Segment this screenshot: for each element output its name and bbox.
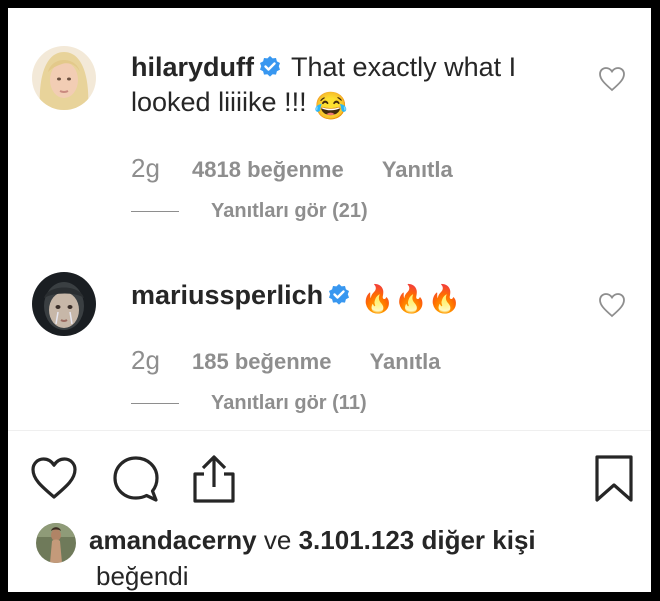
reply-button[interactable]: Yanıtla	[382, 157, 453, 182]
heart-icon	[31, 457, 77, 499]
liked-by-connector: ve	[263, 525, 292, 555]
view-replies-button[interactable]: Yanıtları gör (21)	[131, 200, 368, 223]
comments-section: hilaryduff That exactly what I looked li…	[8, 8, 651, 430]
avatar[interactable]	[32, 46, 96, 110]
avatar[interactable]	[36, 523, 76, 563]
liked-by-others[interactable]: 3.101.123 diğer kişi	[299, 525, 536, 555]
comment-text: mariussperlich 🔥🔥🔥	[131, 278, 461, 317]
comment-body-line2: looked liiiike !!!	[131, 87, 307, 117]
comment-time[interactable]: 2g	[131, 153, 160, 183]
liked-by-line: amandacerny ve 3.101.123 diğer kişi	[89, 525, 536, 556]
save-button[interactable]	[594, 454, 634, 504]
reply-button[interactable]: Yanıtla	[370, 349, 441, 374]
like-button[interactable]	[30, 456, 78, 500]
comment-button[interactable]	[112, 455, 160, 503]
divider-line	[131, 211, 179, 213]
comment-username[interactable]: mariussperlich	[131, 280, 323, 310]
divider-line	[131, 403, 179, 405]
comment-username[interactable]: hilaryduff	[131, 52, 254, 82]
comment-likes-count[interactable]: 185 beğenme	[192, 349, 331, 374]
liked-by-username[interactable]: amandacerny	[89, 525, 257, 555]
comment-likes-count[interactable]: 4818 beğenme	[192, 157, 344, 182]
comment-time[interactable]: 2g	[131, 345, 160, 375]
view-replies-label: Yanıtları gör (21)	[211, 200, 368, 222]
heart-outline-icon[interactable]	[598, 66, 626, 92]
view-replies-button[interactable]: Yanıtları gör (11)	[131, 392, 367, 415]
share-icon	[193, 455, 235, 503]
avatar[interactable]	[32, 272, 96, 336]
laughing-emoji-icon: 😂	[314, 91, 348, 121]
fire-emoji-icon: 🔥🔥🔥	[360, 284, 462, 314]
verified-badge-icon	[329, 284, 350, 305]
comment-bubble-icon	[113, 456, 159, 502]
view-replies-label: Yanıtları gör (11)	[211, 392, 367, 414]
verified-badge-icon	[260, 56, 281, 77]
instagram-post-panel: hilaryduff That exactly what I looked li…	[8, 8, 651, 592]
liked-by-suffix: beğendi	[96, 561, 189, 591]
comment-meta: 2g 4818 beğenme Yanıtla	[131, 153, 453, 184]
comment-meta: 2g 185 beğenme Yanıtla	[131, 345, 441, 376]
bookmark-icon	[595, 455, 633, 502]
heart-outline-icon[interactable]	[598, 292, 626, 318]
comment-text: hilaryduff That exactly what I looked li…	[131, 50, 516, 124]
share-button[interactable]	[191, 454, 237, 504]
section-divider	[8, 430, 651, 431]
comment-body-line1: That exactly what I	[291, 52, 517, 82]
